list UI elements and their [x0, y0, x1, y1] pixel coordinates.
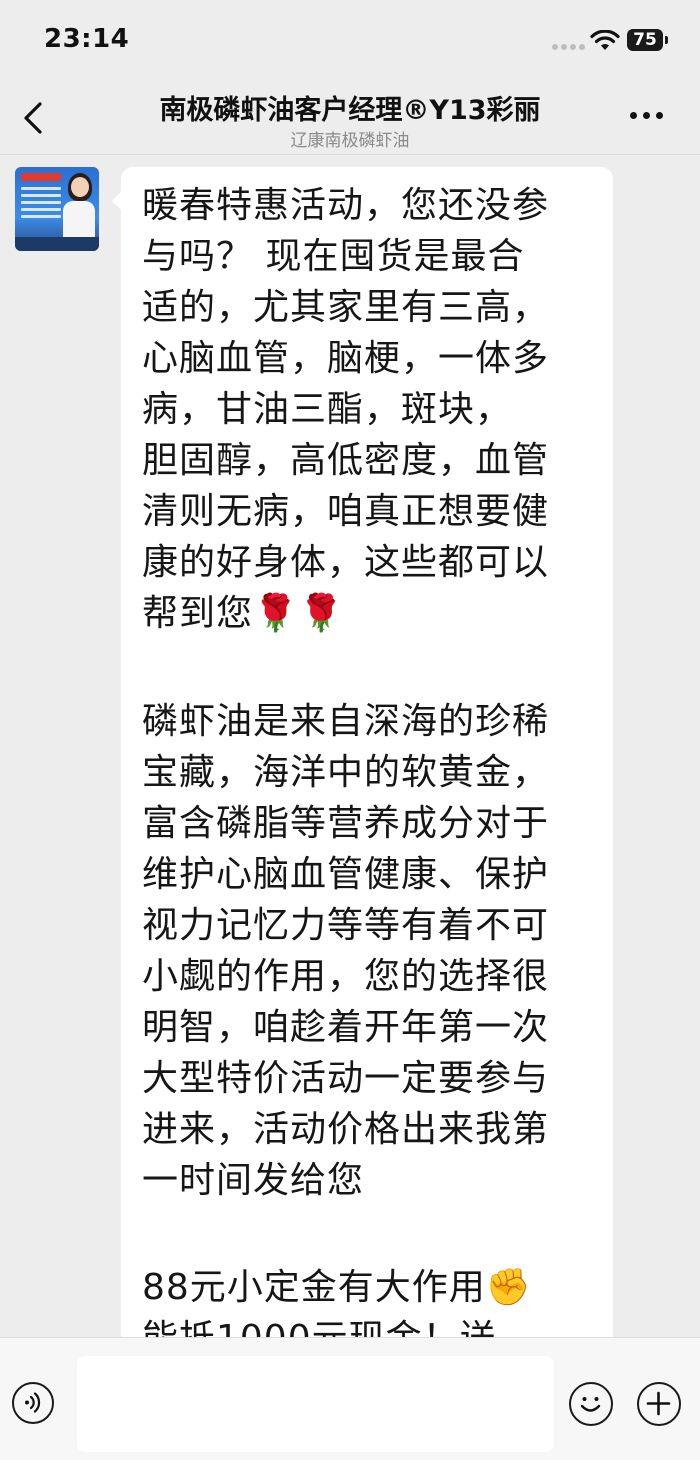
message-paragraph-1: 暖春特惠活动，您还没参 与吗？ 现在囤货是最合 适的，尤其家里有三高， 心脑血管…: [142, 180, 594, 639]
message-line: 能抵1000元现金！送: [142, 1313, 594, 1337]
chevron-left-icon[interactable]: [18, 98, 48, 138]
avatar[interactable]: [15, 167, 99, 251]
message-line: 进来，活动价格出来我第: [142, 1109, 550, 1150]
message-line: 维护心脑血管健康、保护: [142, 854, 550, 895]
message-line: 大型特价活动一定要参与: [142, 1058, 550, 1099]
chat-subtitle: 辽康南极磷虾油: [290, 131, 410, 151]
message-line: 宝藏，海洋中的软黄金，: [142, 752, 550, 793]
message-paragraph-3: 88元小定金有大作用✊ 能抵1000元现金！送: [142, 1262, 594, 1337]
battery-icon: 75: [627, 29, 663, 51]
plus-icon[interactable]: [637, 1382, 681, 1426]
voice-wave-icon: [25, 1392, 41, 1413]
chat-header: 南极磷虾油客户经理®Y13彩丽 辽康南极磷虾油: [0, 80, 700, 155]
voice-icon[interactable]: [12, 1382, 54, 1424]
message-line: 小觑的作用，您的选择很: [142, 956, 550, 997]
message-line: 一时间发给您: [142, 1160, 365, 1201]
input-bar: [0, 1337, 700, 1460]
smiley-face-icon: [580, 1397, 601, 1412]
battery-cap: [665, 36, 668, 44]
message-line: 适的，尤其家里有三高，: [142, 287, 550, 328]
message-paragraph-2: 磷虾油是来自深海的珍稀 宝藏，海洋中的软黄金， 富含磷脂等营养成分对于 维护心脑…: [142, 696, 594, 1206]
status-bar: 23:14 75: [0, 0, 700, 80]
message-line: 心脑血管，脑梗，一体多: [142, 338, 550, 379]
message-line: 清则无病，咱真正想要健: [142, 491, 550, 532]
message-line: 富含磷脂等营养成分对于: [142, 803, 550, 844]
chat-area[interactable]: 暖春特惠活动，您还没参 与吗？ 现在囤货是最合 适的，尤其家里有三高， 心脑血管…: [0, 155, 700, 1337]
message-line: 与吗？ 现在囤货是最合: [142, 236, 525, 277]
smiley-icon[interactable]: [569, 1382, 613, 1426]
chat-title[interactable]: 南极磷虾油客户经理®Y13彩丽: [100, 88, 600, 127]
plus-sign-icon: [646, 1391, 671, 1416]
message-line: 胆固醇，高低密度，血管: [142, 440, 550, 481]
ellipsis-icon[interactable]: [630, 112, 663, 119]
message-line: 康的好身体，这些都可以: [142, 542, 550, 583]
message-line: 明智，咱趁着开年第一次: [142, 1007, 550, 1048]
status-time: 23:14: [44, 24, 130, 54]
message-line: 暖春特惠活动，您还没参: [142, 185, 550, 226]
message-line: 帮到您🌹🌹: [142, 593, 345, 634]
message-line: 磷虾油是来自深海的珍稀: [142, 701, 550, 742]
signal-icon: [552, 44, 585, 50]
message-line: 病，甘油三酯，斑块，: [142, 389, 513, 430]
message-line: 视力记忆力等等有着不可: [142, 905, 550, 946]
wifi-icon: [590, 30, 620, 50]
message-line: 88元小定金有大作用✊: [142, 1267, 532, 1308]
message-input[interactable]: [77, 1356, 554, 1452]
